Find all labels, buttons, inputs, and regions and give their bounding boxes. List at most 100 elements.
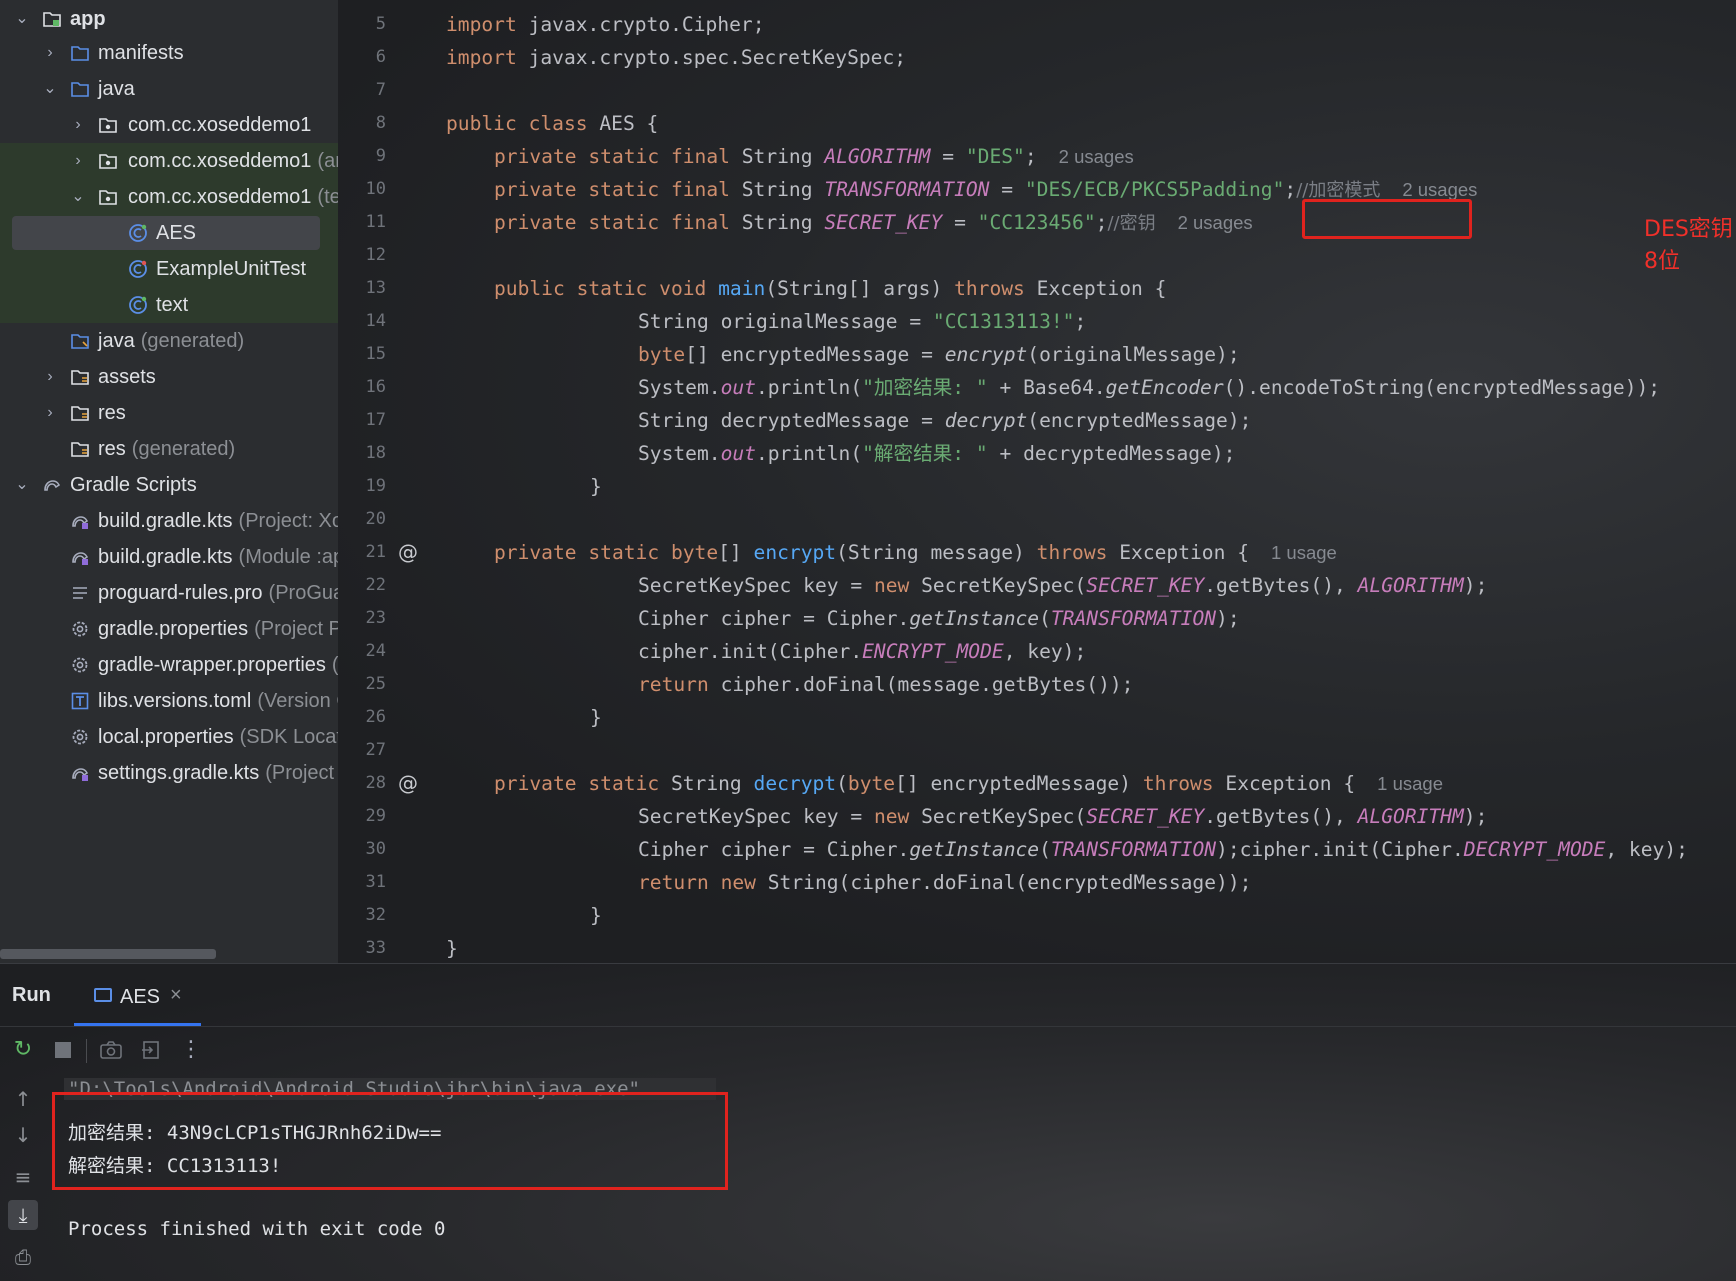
chevron-down-icon[interactable]: ⌄ xyxy=(14,1,30,37)
tree-node-local-properties[interactable]: local.properties (SDK Locati xyxy=(0,719,338,755)
folder-icon xyxy=(71,46,89,61)
resource-folder-icon xyxy=(71,370,89,385)
resource-folder-icon xyxy=(71,406,89,421)
java-class-icon xyxy=(129,224,147,242)
print-icon[interactable]: ⎙ xyxy=(8,1242,38,1272)
arrow-up-icon[interactable]: ↑ xyxy=(8,1084,38,1114)
chevron-down-icon[interactable]: ⌄ xyxy=(70,179,86,215)
tree-label: gradle.properties xyxy=(98,618,249,640)
line-number: 26 xyxy=(365,707,386,727)
tree-node-aes[interactable]: AES xyxy=(0,215,338,251)
resource-folder-icon xyxy=(71,442,89,457)
tree-label: com.cc.xoseddemo1 xyxy=(128,150,312,172)
line-number: 8 xyxy=(375,113,386,133)
code-line: } xyxy=(590,706,602,729)
tree-node-gradle-wrapper-properties[interactable]: gradle-wrapper.properties( xyxy=(0,647,338,683)
chevron-right-icon[interactable]: › xyxy=(42,359,58,395)
tree-node-res[interactable]: › res xyxy=(0,395,338,431)
chevron-right-icon[interactable]: › xyxy=(70,143,86,179)
line-number: 22 xyxy=(365,575,386,595)
editor-gutter: 5 6 7 8 9 10 11 12 13 14 15 16 17 18 19 … xyxy=(338,0,430,963)
java-class-icon xyxy=(129,296,147,314)
tree-label: Gradle Scripts xyxy=(70,474,197,496)
line-number: 32 xyxy=(365,905,386,925)
usages-hint[interactable]: 2 usages xyxy=(1059,146,1134,167)
line-number: 18 xyxy=(365,443,386,463)
tree-node-text[interactable]: text xyxy=(0,287,338,323)
tree-node-app[interactable]: ⌄ app xyxy=(0,1,338,37)
console-icon xyxy=(94,988,112,1002)
tree-node-java-generated[interactable]: java (generated) xyxy=(0,323,338,359)
chevron-down-icon[interactable]: ⌄ xyxy=(14,467,30,503)
chevron-down-icon[interactable]: ⌄ xyxy=(42,71,58,107)
code-line: return new String(cipher.doFinal(encrypt… xyxy=(638,871,1252,894)
tree-hint: (generated) xyxy=(131,438,236,460)
usages-hint[interactable]: 2 usages xyxy=(1178,212,1253,233)
tree-label: res xyxy=(98,438,126,460)
tree-label: settings.gradle.kts xyxy=(98,762,260,784)
line-number: 28 xyxy=(365,773,386,793)
chevron-right-icon[interactable]: › xyxy=(70,107,86,143)
tree-node-package[interactable]: › com.cc.xoseddemo1 xyxy=(0,107,338,143)
tree-node-gradle-properties[interactable]: gradle.properties (Project P xyxy=(0,611,338,647)
code-line: } xyxy=(590,904,602,927)
tree-horizontal-scrollbar[interactable] xyxy=(0,949,216,959)
line-number: 23 xyxy=(365,608,386,628)
tree-hint: (Project S xyxy=(265,762,338,784)
more-options-icon[interactable]: ⋮ xyxy=(178,1037,204,1063)
line-number: 15 xyxy=(365,344,386,364)
stop-icon[interactable] xyxy=(50,1037,76,1063)
usages-hint[interactable]: 1 usage xyxy=(1271,542,1337,563)
camera-icon[interactable] xyxy=(98,1037,124,1063)
tree-hint: (generated) xyxy=(140,330,245,352)
usages-hint[interactable]: 2 usages xyxy=(1402,179,1477,200)
tree-node-java[interactable]: ⌄ java xyxy=(0,71,338,107)
line-number: 20 xyxy=(365,509,386,529)
tree-hint: (Module :ap xyxy=(238,546,338,568)
tree-node-manifests[interactable]: › manifests xyxy=(0,35,338,71)
tree-node-gradle-scripts[interactable]: ⌄ Gradle Scripts xyxy=(0,467,338,503)
tree-node-assets[interactable]: › assets xyxy=(0,359,338,395)
tree-label: manifests xyxy=(98,42,184,64)
code-line: } xyxy=(590,475,602,498)
tree-label: java xyxy=(98,330,135,352)
tree-label: local.properties xyxy=(98,726,234,748)
run-tab-aes[interactable]: AES × xyxy=(74,964,201,1026)
camera-shape xyxy=(100,1041,122,1059)
tree-label: ExampleUnitTest xyxy=(156,258,307,280)
chevron-right-icon[interactable]: › xyxy=(42,395,58,431)
tree-label: res xyxy=(98,402,126,424)
tree-node-exampleunittest[interactable]: ExampleUnitTest xyxy=(0,251,338,287)
code-line: public static void main(String[] args) t… xyxy=(494,277,1167,300)
arrow-down-icon[interactable]: ↓ xyxy=(8,1120,38,1150)
exit-icon[interactable] xyxy=(138,1037,164,1063)
chevron-right-icon[interactable]: › xyxy=(42,35,58,71)
tree-node-package-test[interactable]: ⌄ com.cc.xoseddemo1(tes xyxy=(0,179,338,215)
tree-node-res-generated[interactable]: res (generated) xyxy=(0,431,338,467)
tree-node-proguard[interactable]: proguard-rules.pro (ProGua xyxy=(0,575,338,611)
code-editor[interactable]: 5 6 7 8 9 10 11 12 13 14 15 16 17 18 19 … xyxy=(338,0,1736,963)
tree-node-build-gradle-project[interactable]: build.gradle.kts (Project: Xo xyxy=(0,503,338,539)
soft-wrap-icon[interactable]: ≡ xyxy=(8,1162,38,1192)
rerun-icon[interactable]: ↻ xyxy=(10,1037,36,1063)
close-icon[interactable]: × xyxy=(170,984,182,1007)
tree-node-libs-versions[interactable]: libs.versions.toml(Version C xyxy=(0,683,338,719)
tree-label: build.gradle.kts xyxy=(98,510,233,532)
generated-folder-icon xyxy=(71,334,89,349)
implementation-marker-icon[interactable]: @ xyxy=(396,771,420,795)
toolbar-separator xyxy=(86,1039,87,1063)
scroll-to-end-icon[interactable]: ⤓ xyxy=(8,1200,38,1230)
tree-node-package-android-test[interactable]: › com.cc.xoseddemo1(and xyxy=(0,143,338,179)
gear-icon xyxy=(72,729,88,745)
run-toolbar: ↻ ⋮ xyxy=(0,1026,1736,1073)
tree-node-settings-gradle[interactable]: settings.gradle.kts(Project S xyxy=(0,755,338,791)
tree-node-build-gradle-module[interactable]: build.gradle.kts (Module :ap xyxy=(0,539,338,575)
tree-hint: (Project: Xo xyxy=(238,510,338,532)
code-line: Cipher cipher = Cipher.getInstance(TRANS… xyxy=(638,607,1240,630)
usages-hint[interactable]: 1 usage xyxy=(1377,773,1443,794)
code-line: System.out.println("加密结果: " + Base64.get… xyxy=(638,376,1661,399)
code-line: private static final String ALGORITHM = … xyxy=(494,145,1134,168)
implementation-marker-icon[interactable]: @ xyxy=(396,540,420,564)
line-number: 13 xyxy=(365,278,386,298)
console-exit-line: Process finished with exit code 0 xyxy=(68,1218,446,1240)
